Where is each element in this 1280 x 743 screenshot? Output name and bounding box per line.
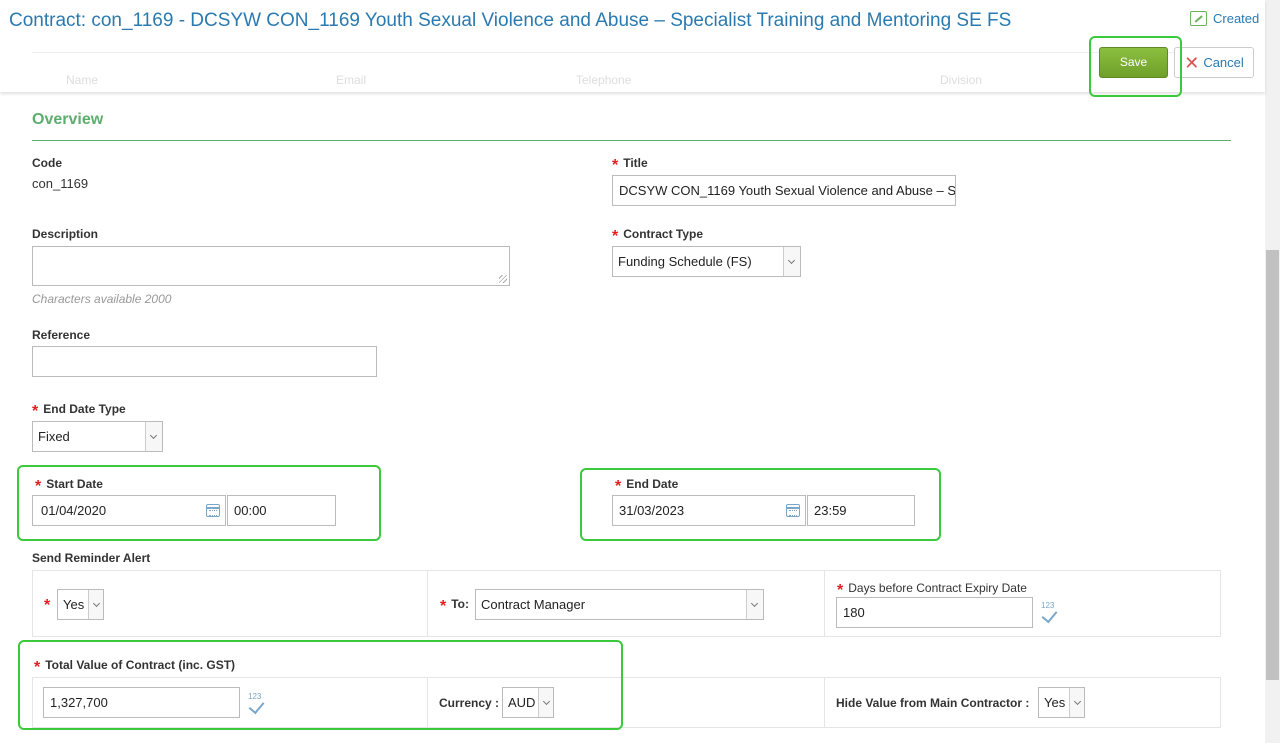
edit-status-icon — [1190, 11, 1207, 26]
start-time-input[interactable]: 00:00 — [227, 495, 336, 526]
cancel-label: Cancel — [1203, 55, 1244, 70]
ghost-column-name: Name — [66, 73, 99, 87]
status-indicator: Created — [1190, 11, 1259, 26]
code-label: Code — [32, 156, 62, 170]
numeric-check-icon: 123 — [1041, 602, 1058, 624]
section-title-overview: Overview — [32, 111, 104, 128]
currency-label: Currency : — [439, 696, 500, 710]
cancel-button[interactable]: ✕ Cancel — [1174, 47, 1254, 78]
end-date-type-value: Fixed — [38, 429, 70, 444]
status-text: Created — [1213, 11, 1260, 26]
total-value-input[interactable]: 1,327,700 — [43, 687, 240, 718]
chevron-down-icon — [783, 247, 800, 276]
chevron-down-icon — [538, 688, 553, 717]
required-icon: * — [44, 597, 51, 614]
required-icon: * — [32, 403, 39, 420]
end-date-type-label: * End Date Type — [32, 402, 126, 420]
currency-value: AUD — [508, 695, 536, 710]
chevron-down-icon — [1069, 688, 1084, 717]
contract-type-select[interactable]: Funding Schedule (FS) — [612, 246, 801, 277]
end-time-input[interactable]: 23:59 — [807, 495, 915, 526]
start-date-label: * Start Date — [35, 477, 103, 495]
reminder-to-value: Contract Manager — [481, 597, 586, 612]
calendar-icon[interactable] — [786, 504, 800, 517]
required-icon: * — [35, 478, 42, 495]
chevron-down-icon — [746, 590, 763, 619]
resize-handle-icon[interactable] — [499, 275, 507, 283]
ghost-column-email: Email — [336, 73, 367, 87]
required-icon: * — [612, 157, 619, 174]
reference-label: Reference — [32, 328, 91, 342]
ghost-column-telephone: Telephone — [576, 73, 632, 87]
start-date-input[interactable]: 01/04/2020 — [32, 495, 226, 526]
currency-select[interactable]: AUD — [502, 687, 554, 718]
reminder-enabled-select[interactable]: Yes — [57, 589, 104, 620]
reminder-to-label: * To: — [440, 597, 469, 615]
description-label: Description — [32, 227, 99, 241]
value-divider — [427, 677, 428, 728]
reminder-to-select[interactable]: Contract Manager — [475, 589, 764, 620]
ghost-divider — [32, 52, 1230, 53]
end-date-label: * End Date — [615, 477, 679, 495]
end-date-input[interactable]: 31/03/2023 — [612, 495, 806, 526]
title-input[interactable]: DCSYW CON_1169 Youth Sexual Violence and… — [612, 175, 956, 206]
required-icon: * — [612, 228, 619, 245]
numeric-check-icon: 123 — [248, 693, 265, 715]
calendar-icon[interactable] — [206, 504, 220, 517]
contract-type-value: Funding Schedule (FS) — [618, 254, 752, 269]
hide-value-label: Hide Value from Main Contractor : — [836, 696, 1030, 710]
reference-input[interactable] — [32, 346, 377, 377]
section-divider — [32, 140, 1231, 141]
end-date-type-select[interactable]: Fixed — [32, 421, 163, 452]
page-header: Contract: con_1169 - DCSYW CON_1169 Yout… — [0, 0, 1265, 92]
reminder-divider — [824, 570, 825, 637]
page-title: Contract: con_1169 - DCSYW CON_1169 Yout… — [9, 10, 1012, 31]
hide-value-value: Yes — [1044, 695, 1066, 710]
reminder-divider — [427, 570, 428, 637]
close-icon: ✕ — [1184, 52, 1200, 73]
ghost-column-division: Division — [940, 73, 983, 87]
title-label: * Title — [612, 156, 648, 174]
value-divider — [824, 677, 825, 728]
scrollbar-thumb[interactable] — [1266, 250, 1279, 680]
days-before-expiry-input[interactable]: 180 — [836, 597, 1033, 628]
chevron-down-icon — [145, 422, 162, 451]
characters-available-hint: Characters available 2000 — [32, 292, 172, 306]
required-icon: * — [615, 478, 622, 495]
chevron-down-icon — [88, 590, 103, 619]
save-button[interactable]: Save — [1099, 47, 1168, 78]
send-reminder-label: Send Reminder Alert — [32, 551, 151, 565]
required-icon: * — [440, 598, 447, 615]
contract-type-label: * Contract Type — [612, 227, 704, 245]
required-icon: * — [34, 659, 41, 676]
hide-value-select[interactable]: Yes — [1038, 687, 1085, 718]
description-textarea[interactable] — [32, 246, 510, 286]
total-value-label: * Total Value of Contract (inc. GST) — [34, 658, 236, 676]
reminder-enabled-value: Yes — [63, 597, 85, 612]
code-value: con_1169 — [32, 176, 89, 191]
